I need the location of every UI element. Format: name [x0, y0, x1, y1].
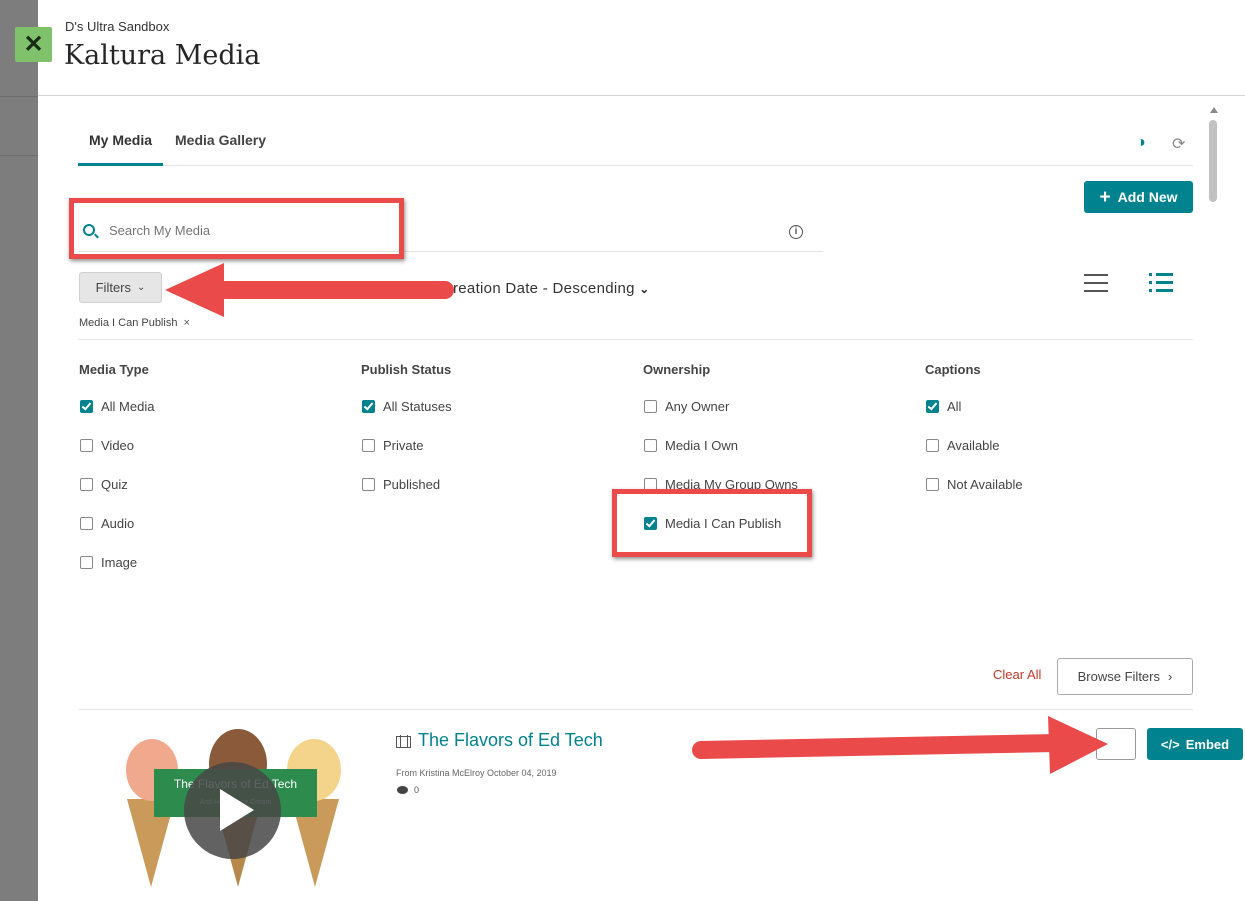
filter-option-all-media[interactable]: All Media — [79, 399, 339, 439]
detailed-view-icon[interactable] — [1149, 273, 1173, 297]
filter-option-image[interactable]: Image — [79, 555, 339, 595]
annotation-box-search — [69, 198, 404, 259]
divider — [78, 339, 1193, 340]
checkbox[interactable] — [644, 439, 657, 452]
filter-group-media-type: Media Type All Media Video Quiz Audio Im… — [79, 362, 339, 595]
filter-option-all-captions[interactable]: All — [925, 399, 1185, 439]
browse-filters-label: Browse Filters — [1077, 669, 1160, 684]
tab-my-media[interactable]: My Media — [78, 132, 164, 166]
contrast-icon[interactable]: ◑ — [1136, 134, 1146, 152]
browse-filters-button[interactable]: Browse Filters › — [1057, 658, 1193, 695]
plus-icon: + — [1099, 186, 1111, 208]
panel-header: D's Ultra Sandbox Kaltura Media — [38, 0, 1245, 96]
checkbox[interactable] — [80, 517, 93, 530]
chevron-right-icon: › — [1168, 669, 1173, 684]
annotation-box-publish — [612, 489, 812, 557]
filters-label: Filters — [95, 280, 131, 295]
filter-option-any-owner[interactable]: Any Owner — [643, 399, 903, 439]
clear-all-link[interactable]: Clear All — [993, 667, 1041, 682]
media-thumbnail[interactable]: The Flavors of Ed Tech And How … Ice Cre… — [89, 729, 376, 891]
annotation-arrow-filters — [165, 263, 454, 317]
code-icon: </> — [1160, 736, 1180, 752]
media-meta: From Kristina McElroy October 04, 2019 — [396, 768, 557, 778]
filter-group-publish-status: Publish Status All Statuses Private Publ… — [361, 362, 621, 517]
checkbox[interactable] — [80, 556, 93, 569]
filter-option-available[interactable]: Available — [925, 438, 1185, 478]
scroll-up-arrow[interactable] — [1210, 107, 1218, 113]
add-new-label: Add New — [1117, 189, 1178, 205]
tab-bar: My Media Media Gallery ◑ ⟳ — [78, 128, 1193, 166]
video-type-icon — [396, 735, 411, 748]
list-view-icon[interactable] — [1084, 274, 1108, 298]
checkbox[interactable] — [80, 478, 93, 491]
divider — [78, 709, 1193, 710]
filters-button[interactable]: Filters ⌄ — [79, 272, 162, 303]
info-icon[interactable]: i — [789, 225, 803, 239]
comment-count: 0 — [414, 785, 420, 795]
page-title: Kaltura Media — [64, 40, 261, 71]
filter-option-media-i-own[interactable]: Media I Own — [643, 438, 903, 478]
filter-option-published[interactable]: Published — [361, 477, 621, 517]
embed-button[interactable]: </> Embed — [1147, 728, 1243, 760]
filter-group-heading: Publish Status — [361, 362, 452, 377]
checkbox[interactable] — [926, 439, 939, 452]
media-title-link[interactable]: The Flavors of Ed Tech — [418, 730, 603, 751]
play-icon[interactable] — [184, 762, 281, 859]
checkbox-checked[interactable] — [80, 400, 93, 413]
sort-dropdown[interactable]: reation Date - Descending ⌄ — [453, 280, 650, 297]
annotation-arrow-embed — [692, 716, 1108, 774]
filter-group-captions: Captions All Available Not Available — [925, 362, 1185, 517]
checkbox[interactable] — [362, 478, 375, 491]
filter-option-audio[interactable]: Audio — [79, 516, 339, 556]
close-button[interactable]: ✕ — [15, 27, 52, 62]
filter-option-not-available[interactable]: Not Available — [925, 477, 1185, 517]
checkbox-checked[interactable] — [926, 400, 939, 413]
filter-group-heading: Ownership — [643, 362, 711, 377]
comment-icon — [397, 786, 408, 794]
checkbox[interactable] — [80, 439, 93, 452]
add-new-button[interactable]: + Add New — [1084, 181, 1193, 213]
checkbox[interactable] — [926, 478, 939, 491]
tab-media-gallery[interactable]: Media Gallery — [175, 132, 266, 166]
filter-group-heading: Media Type — [79, 362, 149, 377]
chevron-down-icon: ⌄ — [639, 282, 650, 296]
checkbox[interactable] — [362, 439, 375, 452]
scrollbar-thumb[interactable] — [1209, 120, 1217, 202]
filter-group-heading: Captions — [925, 362, 981, 377]
chevron-down-icon: ⌄ — [137, 282, 146, 293]
filter-option-all-statuses[interactable]: All Statuses — [361, 399, 621, 439]
filter-option-video[interactable]: Video — [79, 438, 339, 478]
checkbox[interactable] — [644, 400, 657, 413]
checkbox-checked[interactable] — [362, 400, 375, 413]
filter-option-quiz[interactable]: Quiz — [79, 477, 339, 517]
close-icon: ✕ — [23, 30, 44, 58]
embed-label: Embed — [1185, 736, 1230, 752]
course-name: D's Ultra Sandbox — [65, 19, 170, 34]
refresh-icon[interactable]: ⟳ — [1172, 134, 1185, 154]
filter-option-private[interactable]: Private — [361, 438, 621, 478]
sort-label: reation Date - Descending — [453, 280, 635, 297]
